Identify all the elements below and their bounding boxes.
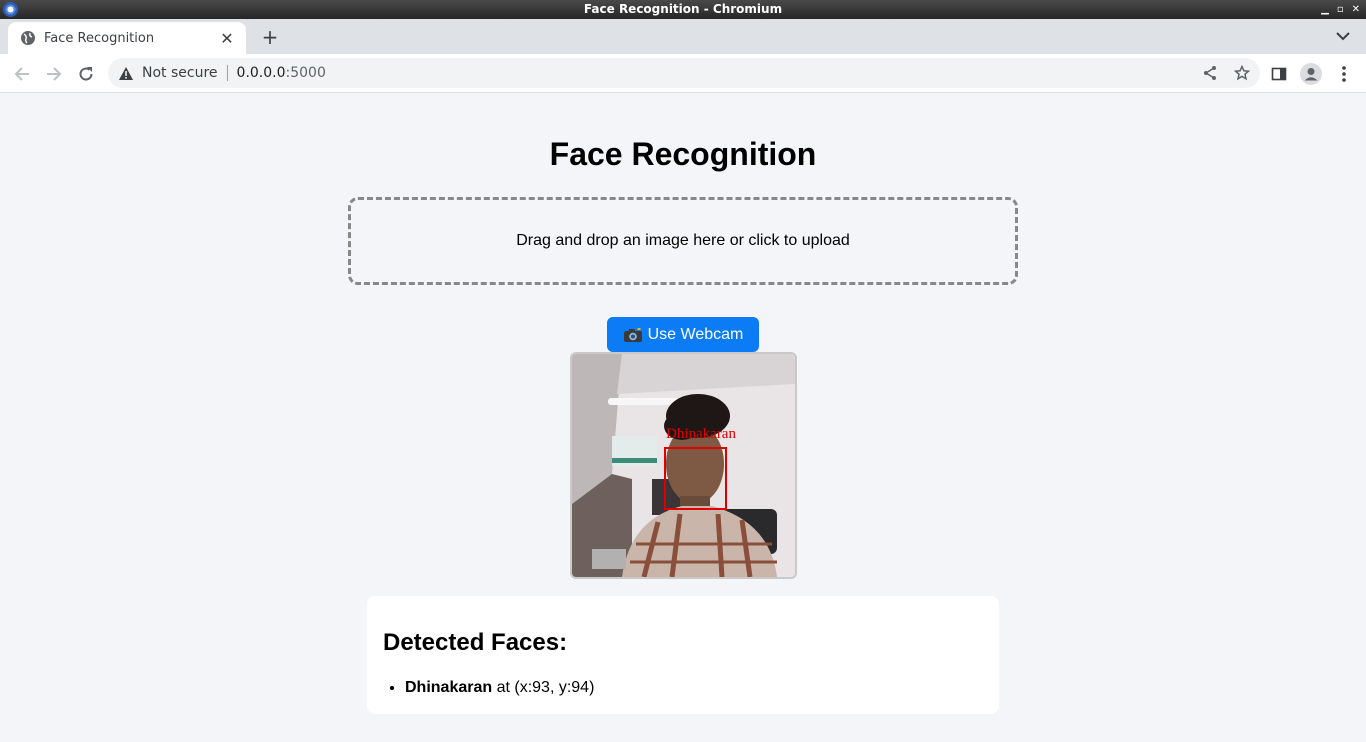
profile-avatar-icon[interactable] [1299,62,1323,86]
back-arrow-icon[interactable] [10,62,34,86]
tab-face-recognition[interactable]: Face Recognition ✕ [8,22,246,54]
page-content: Face Recognition Drag and drop an image … [0,93,1366,742]
side-panel-icon[interactable] [1267,62,1291,86]
url-port: :5000 [285,65,326,81]
page-title: Face Recognition [549,136,817,172]
browser-toolbar: Not secure 0.0.0.0:5000 [0,54,1366,93]
omnibox-actions [1202,65,1250,81]
minimize-icon[interactable]: ▁ [1321,0,1329,19]
close-window-icon[interactable]: ✕ [1352,0,1360,19]
tab-strip: Face Recognition ✕ + [0,19,1366,54]
address-bar[interactable]: Not secure 0.0.0.0:5000 [108,58,1260,88]
image-dropzone[interactable]: Drag and drop an image here or click to … [348,197,1018,285]
close-tab-icon[interactable]: ✕ [218,29,236,48]
url-host: 0.0.0.0 [236,65,286,81]
more-menu-icon[interactable] [1332,62,1356,86]
use-webcam-label: Use Webcam [647,325,744,343]
warning-triangle-icon[interactable] [118,65,134,81]
camera-icon [623,327,643,343]
maximize-icon[interactable]: ▫ [1337,0,1344,19]
face-name-overlay: Dhinakaran [666,426,736,442]
use-webcam-button[interactable]: Use Webcam [607,317,759,352]
globe-icon [20,30,36,46]
list-item: Dhinakaran at (x:93, y:94) [405,679,983,697]
results-heading: Detected Faces: [383,629,568,656]
omnibox-divider [226,65,228,81]
window-controls: ▁ ▫ ✕ [1321,0,1360,19]
new-tab-button[interactable]: + [259,25,281,49]
share-icon[interactable] [1202,65,1218,81]
face-name: Dhinakaran [405,679,493,696]
window-title: Face Recognition - Chromium [583,2,783,16]
forward-arrow-icon[interactable] [42,62,66,86]
tab-title: Face Recognition [44,30,155,46]
results-panel: Detected Faces: Dhinakaran at (x:93, y:9… [367,596,999,714]
face-location: at (x:93, y:94) [492,679,595,696]
security-label[interactable]: Not secure [142,65,218,81]
bookmark-star-icon[interactable] [1234,65,1250,81]
window-titlebar: Face Recognition - Chromium ▁ ▫ ✕ [0,0,1366,19]
face-bounding-box [664,447,727,510]
reload-icon[interactable] [74,62,98,86]
chromium-app-icon [3,2,18,17]
dropzone-text: Drag and drop an image here or click to … [516,232,850,249]
chevron-down-icon[interactable] [1334,27,1352,45]
detected-faces-list: Dhinakaran at (x:93, y:94) [405,679,983,697]
detection-preview-image: Dhinakaran [570,352,797,579]
